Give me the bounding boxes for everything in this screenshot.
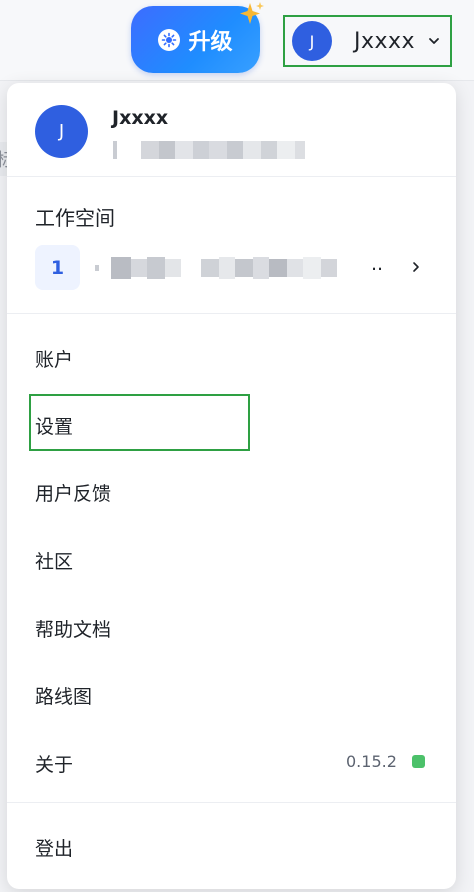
top-bar: 升级 J Jxxxx xyxy=(0,0,474,81)
menu-item-about[interactable]: 关于 xyxy=(35,750,73,777)
avatar: J xyxy=(35,105,88,158)
user-dropdown-panel: J Jxxxx 工作空间 1 .. 账户 设置 用户反馈 社区 帮助文档 路线图… xyxy=(7,83,456,889)
workspace-badge: 1 xyxy=(35,245,80,290)
menu-item-docs[interactable]: 帮助文档 xyxy=(35,615,111,642)
divider xyxy=(7,313,456,314)
workspace-selector[interactable]: 1 .. xyxy=(7,243,456,293)
divider xyxy=(7,802,456,803)
divider xyxy=(7,176,456,177)
user-name: Jxxxx xyxy=(354,28,416,54)
workspace-section-title: 工作空间 xyxy=(35,206,115,230)
version-label: 0.15.2 xyxy=(346,752,397,771)
menu-item-settings[interactable]: 设置 xyxy=(35,412,73,439)
avatar: J xyxy=(292,21,332,61)
upgrade-label: 升级 xyxy=(188,29,233,55)
user-menu-button[interactable]: J Jxxxx xyxy=(283,15,452,67)
menu-item-account[interactable]: 账户 xyxy=(35,345,73,372)
rocket-icon xyxy=(158,28,181,51)
profile-name: Jxxxx xyxy=(112,107,169,129)
chevron-right-icon xyxy=(413,262,419,272)
menu-item-logout[interactable]: 登出 xyxy=(35,834,73,861)
profile-section: J Jxxxx xyxy=(7,83,456,176)
redacted-email xyxy=(113,141,305,159)
workspace-name-ellipsis: .. xyxy=(371,253,384,275)
redacted-workspace-name xyxy=(95,257,345,279)
menu-item-feedback[interactable]: 用户反馈 xyxy=(35,479,111,506)
status-indicator xyxy=(412,755,425,768)
menu-item-community[interactable]: 社区 xyxy=(35,547,73,574)
chevron-down-icon xyxy=(429,38,439,44)
sparkle-icon xyxy=(240,2,264,24)
menu-item-roadmap[interactable]: 路线图 xyxy=(35,682,92,709)
